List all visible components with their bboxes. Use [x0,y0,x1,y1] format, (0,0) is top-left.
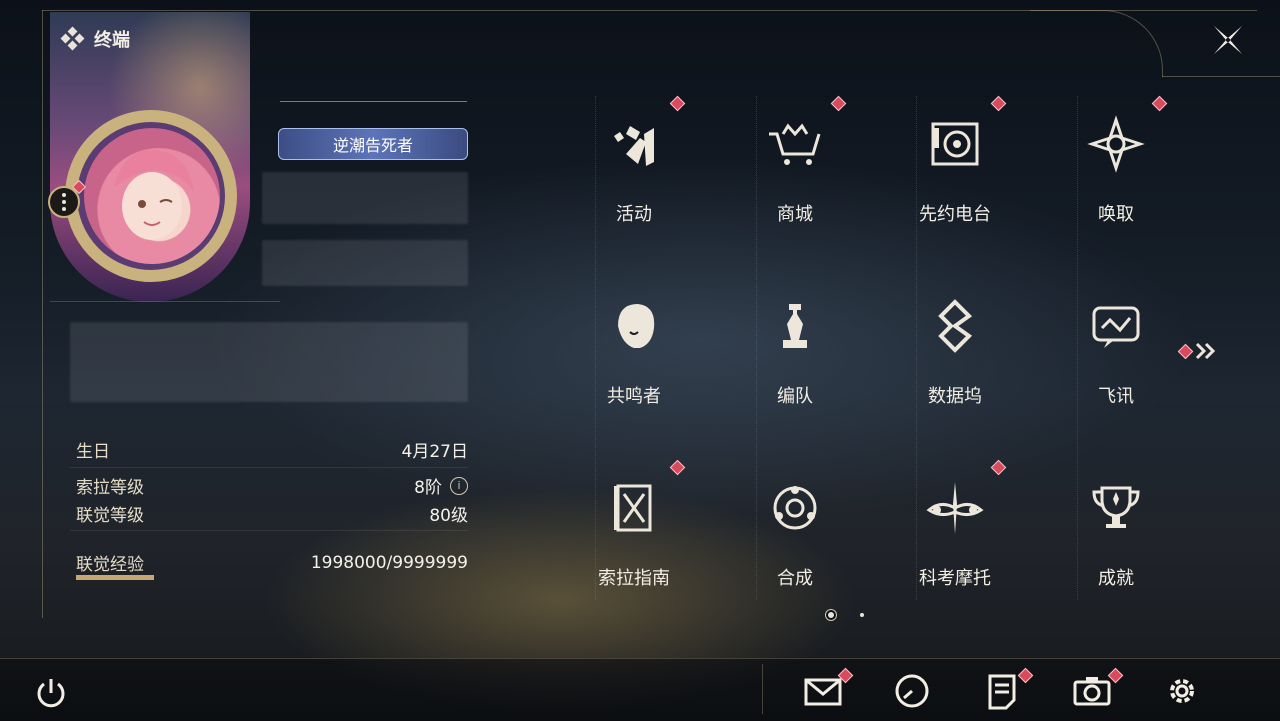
menu-label: 科考摩托 [919,568,991,589]
clock-icon [895,674,929,708]
menu-label: 编队 [777,386,813,407]
stat-label: 联觉经验 [76,555,144,575]
radio-icon [931,122,979,166]
page-dot-active[interactable] [828,612,834,618]
menu-radio[interactable]: 先约电台 [900,100,1010,230]
menu-label: 共鸣者 [607,386,661,407]
notification-badge [1177,343,1194,359]
menu-messages[interactable]: 飞讯 [1061,282,1171,412]
double-chevron-right-icon [1195,342,1216,360]
stat-value: 1998000/9999999 [310,552,468,573]
stat-divider [70,467,468,468]
stat-birthday: 生日 4月27日 [76,437,468,462]
guide-book-icon [614,484,652,532]
page-dot[interactable] [860,613,864,617]
notice-button[interactable] [982,672,1022,710]
settings-gear-icon [1170,679,1194,703]
menu-label: 数据坞 [928,386,982,407]
close-icon [1214,26,1242,54]
badge-top-divider [280,101,467,102]
info-icon[interactable]: i [450,476,468,495]
mail-icon [804,678,842,706]
motorcycle-icon [926,482,984,534]
card-divider [50,301,280,302]
page-indicator [828,612,864,618]
databank-icon [938,299,973,353]
player-id-blurred [262,240,468,286]
menu-summon[interactable]: 唤取 [1061,100,1171,230]
menu-label: 先约电台 [919,204,991,225]
frame-right-segment [1162,76,1280,77]
stat-value: 80级 [429,506,468,526]
menu-label: 索拉指南 [598,568,670,589]
activity-icon [614,126,654,166]
title-badge[interactable]: 逆潮告死者 [278,128,468,160]
synthesis-icon [773,486,817,530]
stat-label: 生日 [76,442,110,462]
resonator-head-icon [618,304,655,348]
signature-blurred[interactable] [70,322,468,402]
power-button[interactable] [32,674,70,712]
camera-button[interactable] [1072,672,1112,710]
menu-achievements[interactable]: 成就 [1061,464,1171,594]
menu-label: 合成 [777,568,813,589]
stat-label: 索拉等级 [76,478,144,498]
menu-motorcycle[interactable]: 科考摩托 [900,464,1010,594]
menu-resonators[interactable]: 共鸣者 [579,282,689,412]
title-badge-text: 逆潮告死者 [332,136,413,155]
stat-union-exp: 联觉经验 1998000/9999999 [76,550,468,576]
settings-button[interactable] [1162,672,1202,710]
diamond-cluster-icon [60,26,85,51]
stat-sola-level: 索拉等级 8阶 i [76,473,468,498]
terminal-title-text: 终端 [94,30,130,51]
mail-button[interactable] [803,672,843,710]
menu-shop[interactable]: 商城 [740,100,850,230]
menu-label: 商城 [777,204,813,225]
menu-activity[interactable]: 活动 [579,100,689,230]
terminal-title: 终端 [60,26,130,52]
player-name-blurred [262,172,468,224]
close-button[interactable] [1208,20,1248,60]
stat-label: 联觉等级 [76,506,144,526]
team-chess-icon [783,304,807,348]
message-icon [1092,306,1140,348]
history-button[interactable] [892,672,932,710]
summon-star-icon [1087,115,1145,173]
exp-progress-accent [76,575,154,580]
frame-left-line [42,10,43,618]
shop-cart-icon [769,123,821,165]
frame-corner-curve [1030,10,1163,77]
camera-icon [1073,677,1111,706]
menu-label: 唤取 [1098,204,1134,225]
stat-value: 4月27日 [401,442,468,462]
menu-label: 成就 [1098,568,1134,589]
trophy-icon [1092,486,1140,528]
bottom-bar-separator [762,664,763,714]
menu-sola-guide[interactable]: 索拉指南 [579,464,689,594]
next-page-button[interactable] [1177,340,1220,362]
menu-label: 飞讯 [1098,386,1134,407]
stat-value: 8阶 [414,478,442,498]
menu-databank[interactable]: 数据坞 [900,282,1010,412]
avatar[interactable] [84,128,220,264]
menu-team[interactable]: 编队 [740,282,850,412]
notice-icon [988,674,1016,710]
menu-label: 活动 [616,204,652,225]
stat-union-level: 联觉等级 80级 [76,501,468,526]
power-icon [37,679,65,708]
menu-synthesis[interactable]: 合成 [740,464,850,594]
stat-divider [70,530,468,531]
stat-value-wrap: 8阶 i [414,473,468,498]
